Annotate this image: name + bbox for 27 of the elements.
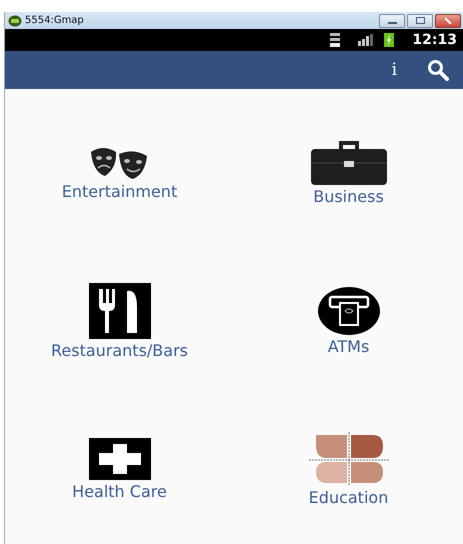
- search-icon[interactable]: [427, 59, 449, 81]
- category-label: ATMs: [328, 336, 370, 356]
- clock-time: 12:13: [412, 32, 457, 48]
- battery-charging-icon: [384, 33, 394, 47]
- cross-icon: [88, 438, 150, 480]
- category-tile[interactable]: Education: [234, 396, 463, 544]
- category-label: Entertainment: [62, 182, 178, 201]
- quadrant-diagram-icon: [306, 432, 390, 486]
- briefcase-icon: [310, 140, 386, 185]
- signal-icon: [358, 34, 374, 46]
- category-tile[interactable]: Entertainment: [5, 99, 234, 248]
- minimize-button[interactable]: [379, 14, 405, 28]
- window-title: 5554:Gmap: [25, 15, 84, 26]
- category-label: Education: [308, 488, 388, 508]
- category-tile[interactable]: Business: [234, 99, 463, 248]
- emulator-icon: [8, 14, 22, 26]
- category-label: Restaurants/Bars: [50, 340, 188, 360]
- category-tile[interactable]: Restaurants/Bars: [5, 247, 234, 396]
- category-tile[interactable]: ATMs: [234, 247, 463, 396]
- fork-knife-icon: [88, 282, 150, 339]
- info-button[interactable]: i: [392, 60, 397, 80]
- category-label: Health Care: [72, 482, 167, 502]
- close-button[interactable]: [435, 14, 461, 28]
- category-label: Business: [313, 186, 384, 206]
- atm-icon: [318, 286, 380, 335]
- maximize-button[interactable]: [407, 14, 433, 28]
- category-tile[interactable]: Health Care: [5, 396, 234, 544]
